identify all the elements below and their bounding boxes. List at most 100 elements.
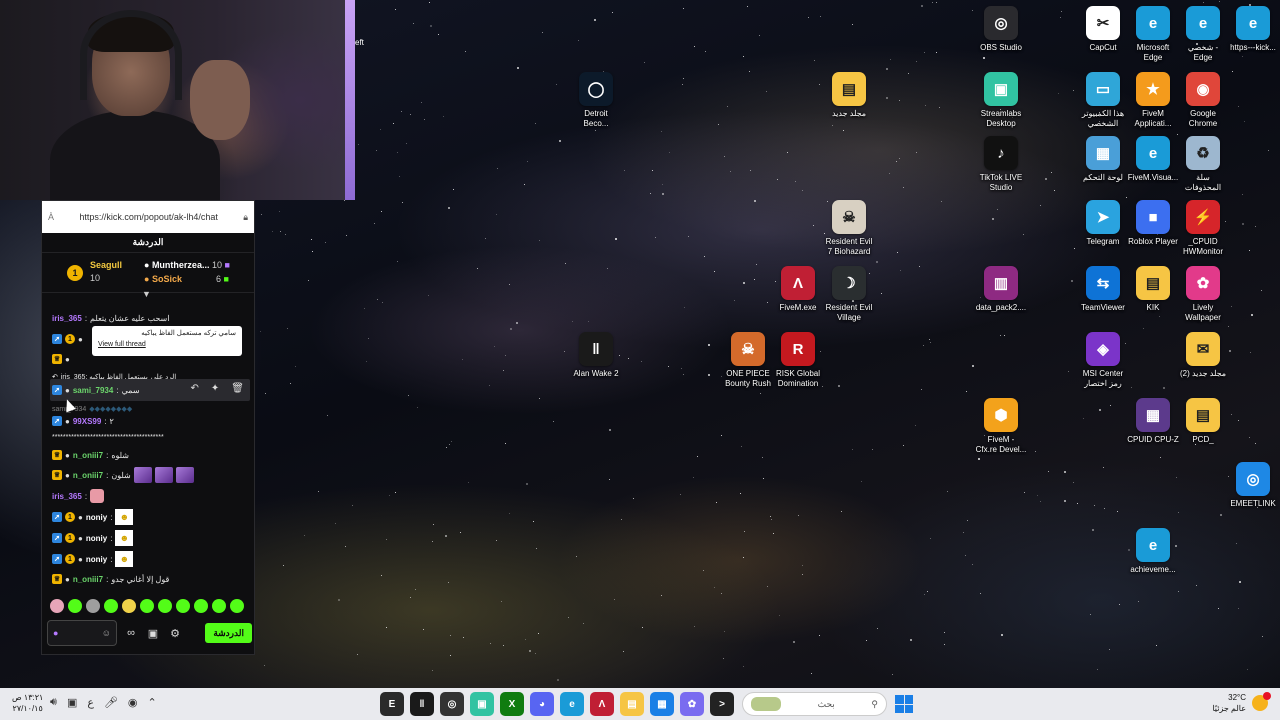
hovered-message[interactable]: ➚ ● sami_7934: سمي ↶ ✦ 🗑︎: [50, 379, 250, 401]
url-text[interactable]: https://kick.com/popout/ak-lh4/chat: [79, 212, 218, 222]
emote-button[interactable]: [212, 599, 226, 613]
emote-button[interactable]: [86, 599, 100, 613]
chat-username[interactable]: noniy: [86, 555, 107, 564]
chat-message[interactable]: ➚ 1 ● noniy: ☻: [52, 530, 134, 546]
chat-username[interactable]: n_oniii7: [73, 471, 103, 480]
emote-button[interactable]: [176, 599, 190, 613]
emote-button[interactable]: [104, 599, 118, 613]
start-button[interactable]: [895, 695, 913, 713]
send-chat-button[interactable]: الدردشة: [205, 623, 252, 643]
chat-username[interactable]: sami_7934: [73, 386, 113, 395]
chat-message[interactable]: ♕ ●: [52, 351, 70, 367]
chat-message[interactable]: ♕ ● n_oniii7: قول إلا أغاني جدو: [52, 571, 169, 587]
emote-button[interactable]: [158, 599, 172, 613]
desktop-icon-msi[interactable]: ◈ MSI Center رمز اختصار: [1072, 332, 1134, 389]
taskbar-copilot-icon[interactable]: ✿: [680, 692, 704, 716]
gear-icon[interactable]: ⚙: [167, 627, 183, 640]
desktop-icon-label: TeamViewer: [1081, 303, 1125, 312]
desktop-icon-achieve[interactable]: e achieveme...: [1122, 528, 1184, 575]
taskbar-obs-icon[interactable]: ◎: [440, 692, 464, 716]
infinity-icon[interactable]: ∞: [123, 627, 139, 639]
chat-message[interactable]: ♕ ● n_oniii7: شلوه: [52, 447, 129, 463]
emote-button[interactable]: [68, 599, 82, 613]
desktop-icon-datapack[interactable]: ▥ data_pack2....: [970, 266, 1032, 313]
emote-button[interactable]: [230, 599, 244, 613]
taskbar-search[interactable]: بحث ⚲: [742, 692, 887, 716]
chat-message[interactable]: ➚ 1 ● noniy: ☻: [52, 509, 134, 525]
taskbar-cmd-icon[interactable]: >: [710, 692, 734, 716]
chat-input[interactable]: ● ☺: [47, 620, 117, 646]
chat-message[interactable]: ♕ ● n_oniii7: شلون: [52, 467, 194, 483]
emote-button[interactable]: [122, 599, 136, 613]
taskbar-epic-icon[interactable]: E: [380, 692, 404, 716]
chat-message[interactable]: iris_365: اسحب عليه عشان يتعلم: [52, 310, 169, 326]
desktop-icon-streamlabs[interactable]: ▣ Streamlabs Desktop: [970, 72, 1032, 129]
view-full-thread-link[interactable]: View full thread: [98, 341, 236, 348]
taskbar-store-icon[interactable]: ▦: [650, 692, 674, 716]
desktop-icon-re7[interactable]: ☠ Resident Evil 7 Biohazard: [818, 200, 880, 257]
chat-message[interactable]: ➚ 1 ●: [52, 331, 83, 347]
chat-username[interactable]: noniy: [86, 513, 107, 522]
desktop-icon-detroit[interactable]: ◯ Detroit Beco...: [565, 72, 627, 129]
gift-icon[interactable]: ▣: [145, 627, 161, 640]
reply-icon[interactable]: ↶: [191, 383, 199, 394]
desktop-icon-edge3[interactable]: e https---kick...: [1222, 6, 1280, 53]
desktop-icon-fivemcfx[interactable]: ⬢ FiveM - Cfx.re Devel...: [970, 398, 1032, 455]
emoji-icon[interactable]: ☺: [102, 628, 111, 638]
desktop-icon-emeetlink[interactable]: ◎ EMEETLINK: [1222, 462, 1280, 509]
chat-username[interactable]: n_oniii7: [73, 575, 103, 584]
desktop-icon-pcd[interactable]: ▤ PCD_: [1172, 398, 1234, 445]
taskbar-discord-icon[interactable]: ◕: [530, 692, 554, 716]
desktop-icon-tiktok[interactable]: ♪ TikTok LIVE Studio: [970, 136, 1032, 193]
chat-message[interactable]: iris_365:: [52, 488, 105, 504]
desktop-icon-folder2[interactable]: ✉ مجلد جديد (2): [1172, 332, 1234, 379]
desktop-icon-chrome[interactable]: ◉ Google Chrome: [1172, 72, 1234, 129]
chat-username[interactable]: noniy: [86, 534, 107, 543]
taskbar-streamlabs-icon[interactable]: ▣: [470, 692, 494, 716]
desktop-icon-revillage[interactable]: ☽ Resident Evil Village: [818, 266, 880, 323]
reader-mode-icon[interactable]: À: [48, 212, 54, 222]
taskbar-alanwake-icon[interactable]: ‖: [410, 692, 434, 716]
desktop-icon-recycle[interactable]: ♻ سلة المحذوفات: [1172, 136, 1234, 193]
chat-username[interactable]: iris_365: [52, 492, 82, 501]
desktop-icon-lively[interactable]: ✿ Lively Wallpaper: [1172, 266, 1234, 323]
chat-message[interactable]: ➚ ● sami_7934: سمي: [52, 382, 140, 398]
chat-message[interactable]: ➚ 1 ● noniy: ☻: [52, 551, 134, 567]
leader-2-name[interactable]: ● Muntherzea...: [144, 260, 209, 270]
desktop-icon-hwmonitor[interactable]: ⚡ _CPUID HWMonitor: [1172, 200, 1234, 257]
taskbar-explorer-icon[interactable]: ▤: [620, 692, 644, 716]
desktop-icon-alanwake[interactable]: ‖ Alan Wake 2: [565, 332, 627, 379]
stars-message[interactable]: ****************************************…: [52, 429, 164, 445]
lock-icon[interactable]: 🔒︎: [243, 212, 248, 223]
emote-button[interactable]: [140, 599, 154, 613]
collapse-chevron-icon[interactable]: ▼: [142, 289, 151, 299]
folder2-icon: ✉: [1186, 332, 1220, 366]
chat-username[interactable]: 99XS99: [73, 417, 101, 426]
taskbar-xbox-icon[interactable]: X: [500, 692, 524, 716]
gift-leaderboard[interactable]: 1 Seagull 10 ● Muntherzea... 10 ■ ● SoSi…: [42, 253, 254, 299]
weather-widget[interactable]: 32°C عالم جزئيًا: [1212, 692, 1271, 714]
trash-icon[interactable]: 🗑︎: [231, 383, 244, 394]
chat-username[interactable]: n_oniii7: [73, 451, 103, 460]
leader-3-name[interactable]: ● SoSick: [144, 274, 182, 284]
volume-icon[interactable]: 🔊︎: [50, 696, 57, 709]
webcam-edge-text: eft: [355, 38, 364, 47]
network-icon[interactable]: ▣: [67, 696, 77, 709]
emote-button[interactable]: [50, 599, 64, 613]
chat-message[interactable]: ➚ ● 99XS99: ٢: [52, 413, 114, 429]
microphone-icon[interactable]: 🎤︎: [104, 696, 118, 709]
chevron-up-icon[interactable]: ⌃: [148, 696, 157, 709]
desktop-icon-risk[interactable]: R RISK Global Domination: [767, 332, 829, 389]
emote-button[interactable]: [194, 599, 208, 613]
leader-1-name[interactable]: Seagull: [90, 260, 122, 270]
pin-icon[interactable]: ✦: [211, 383, 219, 394]
clock[interactable]: ١٣:٢١ ص ٢٧/١٠/١٥: [12, 692, 43, 714]
chat-username[interactable]: iris_365: [52, 314, 82, 323]
address-bar[interactable]: À https://kick.com/popout/ak-lh4/chat 🔒…: [42, 201, 254, 233]
language-indicator[interactable]: ع: [87, 696, 94, 709]
desktop-icon-folder1[interactable]: ▤ مجلد جديد: [818, 72, 880, 119]
taskbar-edge-icon[interactable]: e: [560, 692, 584, 716]
taskbar-fivem-icon[interactable]: Λ: [590, 692, 614, 716]
desktop-icon-obs[interactable]: ◎ OBS Studio: [970, 6, 1032, 53]
app-tray-icon[interactable]: ◉: [128, 696, 138, 709]
